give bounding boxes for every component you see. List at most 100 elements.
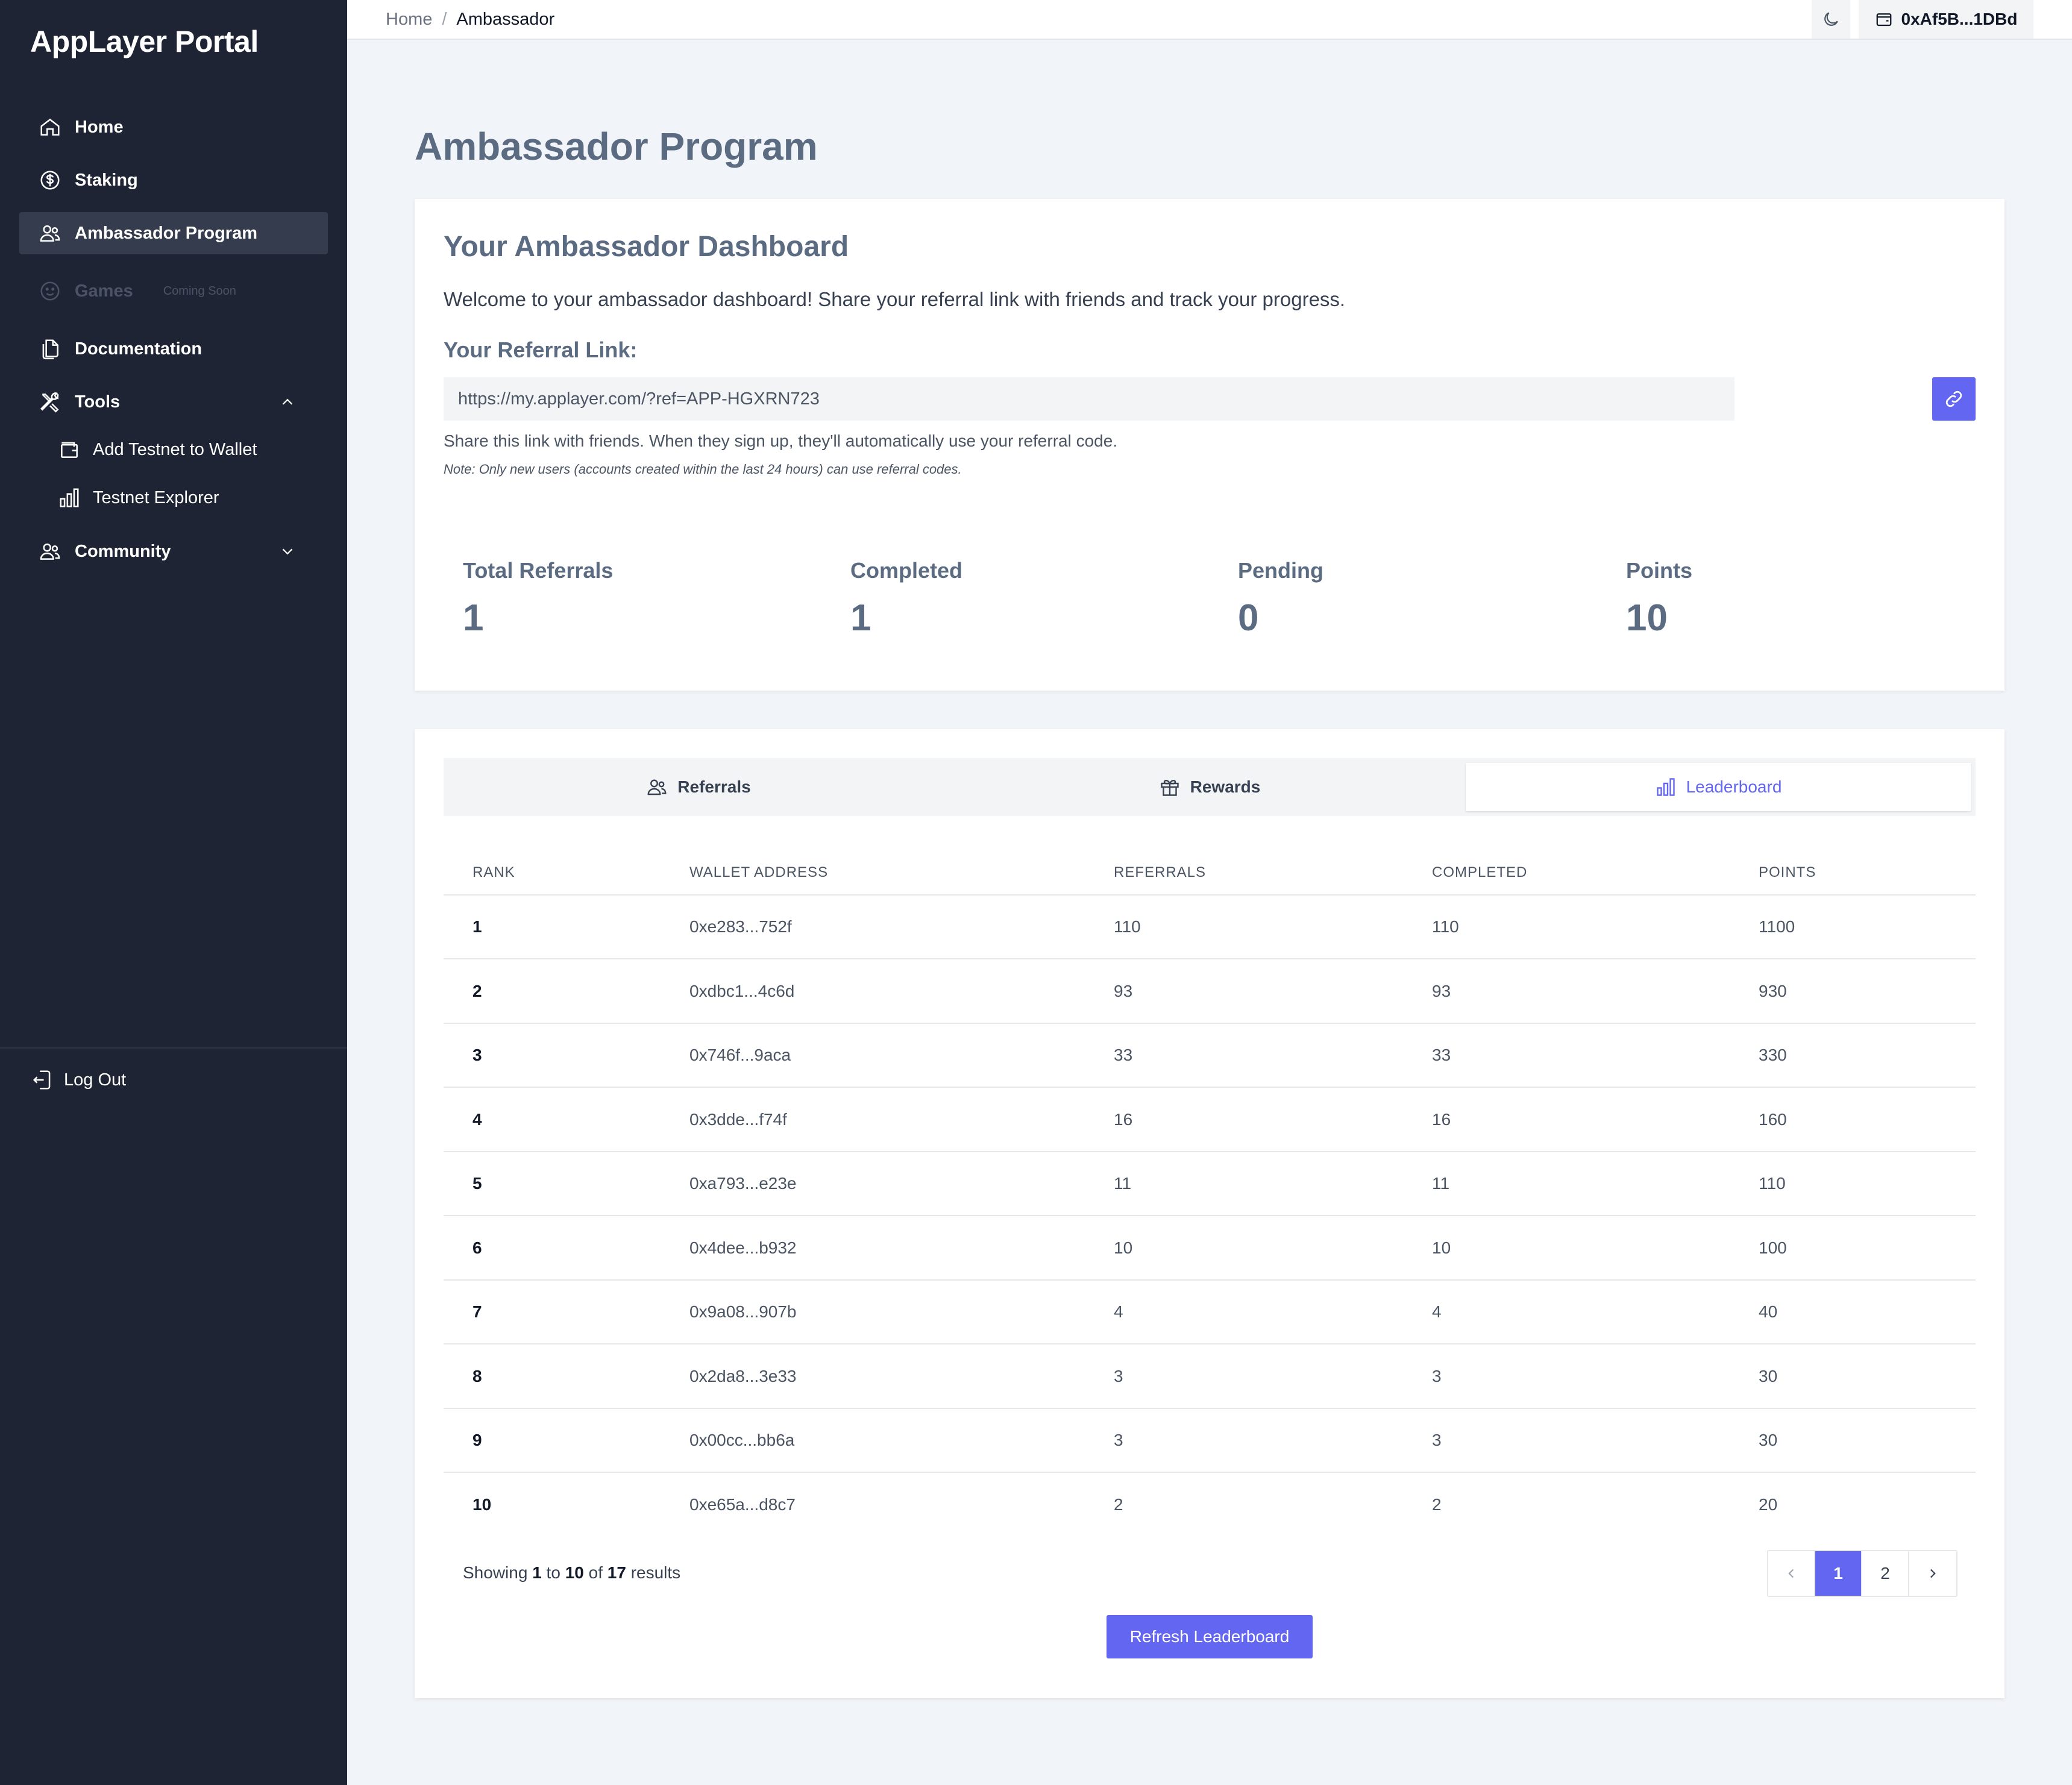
stat-value: 1 (463, 597, 484, 639)
pagination-prev-button[interactable] (1768, 1551, 1815, 1596)
cell-referrals: 93 (1114, 981, 1133, 1000)
sidebar-item-community[interactable]: Community (19, 530, 328, 573)
cell-points: 330 (1759, 1046, 1787, 1064)
cell-rank: 3 (472, 1046, 482, 1064)
pagination-page-1[interactable]: 1 (1815, 1551, 1862, 1596)
pagination: 1 2 (1767, 1550, 1957, 1597)
column-header-rank: RANK (472, 864, 515, 880)
sidebar-item-staking[interactable]: Staking (19, 159, 328, 201)
sidebar-subitem-label: Testnet Explorer (93, 488, 219, 507)
table-header: RANK WALLET ADDRESS REFERRALS COMPLETED … (444, 851, 1976, 896)
cell-completed: 93 (1432, 981, 1451, 1000)
cell-wallet-address: 0xa793...e23e (689, 1174, 797, 1193)
tools-icon (40, 392, 59, 413)
sidebar-item-label: Home (75, 117, 124, 137)
breadcrumb-home[interactable]: Home (386, 10, 432, 30)
breadcrumb: Home / Ambassador (386, 0, 554, 39)
link-icon (1945, 391, 1962, 407)
sidebar-item-games: Games Coming Soon (19, 270, 328, 312)
cell-completed: 3 (1432, 1366, 1442, 1385)
stat-label: Total Referrals (463, 558, 614, 583)
cell-wallet-address: 0x3dde...f74f (689, 1109, 787, 1129)
sidebar-divider (0, 1047, 347, 1049)
chevron-up-icon[interactable] (278, 393, 297, 411)
tab-leaderboard[interactable]: Leaderboard (1466, 763, 1971, 811)
cell-wallet-address: 0xe65a...d8c7 (689, 1495, 796, 1514)
cell-points: 930 (1759, 981, 1787, 1000)
cell-rank: 9 (472, 1431, 482, 1449)
tab-referrals[interactable]: Referrals (444, 758, 953, 816)
pagination-next-button[interactable] (1909, 1551, 1956, 1596)
wallet-button[interactable]: 0xAf5B...1DBd (1859, 0, 2033, 39)
column-header-completed: COMPLETED (1432, 864, 1528, 880)
cell-wallet-address: 0x2da8...3e33 (689, 1366, 797, 1385)
sidebar-item-ambassador[interactable]: Ambassador Program (19, 212, 328, 254)
sidebar-item-label: Staking (75, 170, 138, 190)
users-icon (40, 543, 60, 560)
bar-chart-icon (60, 488, 79, 507)
cell-completed: 2 (1432, 1495, 1442, 1514)
table-row: 2 0xdbc1...4c6d 93 93 930 (444, 960, 1976, 1024)
wallet-icon (1876, 13, 1891, 27)
logout-button[interactable]: Log Out (31, 1062, 126, 1098)
cell-completed: 16 (1432, 1109, 1451, 1129)
cell-wallet-address: 0x9a08...907b (689, 1302, 797, 1321)
column-header-referrals: REFERRALS (1114, 864, 1207, 880)
showing-to-word: to (546, 1563, 560, 1582)
cell-completed: 4 (1432, 1302, 1442, 1321)
app-logo[interactable]: AppLayer Portal (30, 24, 259, 59)
dollar-circle-icon (40, 171, 60, 190)
chevron-left-icon (1788, 1569, 1794, 1578)
table-row: 8 0x2da8...3e33 3 3 30 (444, 1345, 1976, 1409)
referral-link-label: Your Referral Link: (444, 337, 638, 362)
cell-points: 40 (1759, 1302, 1778, 1321)
sidebar-item-label: Games (75, 281, 133, 301)
sidebar-item-label: Tools (75, 392, 121, 412)
referral-link-input[interactable] (444, 377, 1735, 421)
table-row: 5 0xa793...e23e 11 11 110 (444, 1152, 1976, 1216)
theme-toggle-button[interactable] (1812, 0, 1850, 39)
home-icon (40, 118, 60, 136)
cell-wallet-address: 0xe283...752f (689, 917, 792, 936)
cell-completed: 33 (1432, 1046, 1451, 1064)
refresh-leaderboard-button[interactable]: Refresh Leaderboard (1107, 1615, 1313, 1658)
cell-rank: 7 (472, 1302, 482, 1321)
cell-completed: 11 (1432, 1174, 1450, 1193)
sidebar-item-home[interactable]: Home (19, 106, 328, 148)
sidebar-subitem-label: Add Testnet to Wallet (93, 439, 257, 459)
copy-link-button[interactable] (1932, 377, 1976, 421)
wallet-address: 0xAf5B...1DBd (1901, 10, 2018, 28)
coming-soon-badge: Coming Soon (163, 284, 236, 298)
chevron-right-icon (1930, 1569, 1936, 1578)
showing-prefix: Showing (463, 1563, 528, 1582)
tab-label: Referrals (677, 777, 751, 796)
stat-value: 0 (1238, 597, 1259, 639)
cell-rank: 8 (472, 1366, 482, 1385)
sidebar-item-documentation[interactable]: Documentation (19, 328, 328, 370)
cell-wallet-address: 0x746f...9aca (689, 1046, 791, 1064)
cell-completed: 110 (1432, 917, 1459, 936)
table-row: 7 0x9a08...907b 4 4 40 (444, 1281, 1976, 1344)
tab-rewards[interactable]: Rewards (955, 758, 1465, 816)
cell-referrals: 3 (1114, 1366, 1123, 1385)
sidebar-item-tools[interactable]: Tools (19, 381, 328, 423)
sidebar-item-label: Community (75, 541, 171, 561)
sidebar-subitem-testnet-explorer[interactable]: Testnet Explorer (58, 480, 219, 516)
table-row: 9 0x00cc...bb6a 3 3 30 (444, 1409, 1976, 1473)
users-icon (40, 225, 60, 242)
chevron-down-icon[interactable] (278, 542, 297, 560)
documents-icon (42, 339, 58, 360)
stat-label: Points (1626, 558, 1693, 583)
sidebar-item-label: Documentation (75, 339, 202, 359)
cell-wallet-address: 0xdbc1...4c6d (689, 981, 795, 1000)
tab-label: Rewards (1190, 777, 1261, 796)
cell-completed: 3 (1432, 1431, 1442, 1449)
cell-points: 100 (1759, 1238, 1787, 1257)
pagination-page-2[interactable]: 2 (1862, 1551, 1909, 1596)
stat-pending: Pending 0 (1238, 558, 1323, 639)
sidebar: AppLayer Portal Home Staking Ambassador … (0, 0, 347, 1785)
logout-icon (33, 1070, 51, 1090)
sidebar-subitem-add-testnet[interactable]: Add Testnet to Wallet (58, 431, 257, 468)
cell-rank: 10 (472, 1495, 492, 1514)
cell-referrals: 4 (1114, 1302, 1123, 1321)
